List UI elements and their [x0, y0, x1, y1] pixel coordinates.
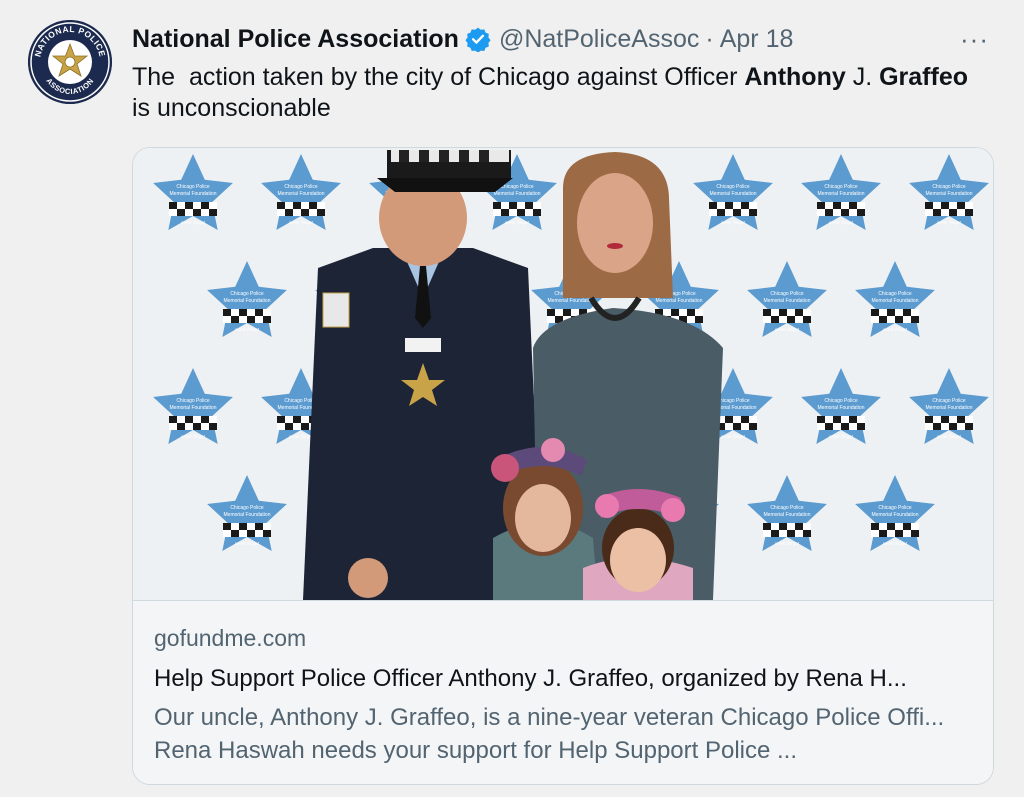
svg-text:Memorial Foundation: Memorial Foundation: [224, 298, 271, 304]
svg-text:never forget: never forget: [235, 328, 260, 333]
card-title[interactable]: Help Support Police Officer Anthony J. G…: [154, 665, 974, 693]
svg-text:never forget: never forget: [721, 435, 746, 440]
svg-text:never forget: never forget: [289, 221, 314, 226]
tweet-text: The action taken by the city of Chicago …: [132, 62, 972, 124]
svg-text:never forget: never forget: [721, 221, 746, 226]
svg-text:never forget: never forget: [829, 221, 854, 226]
svg-text:never forget: never forget: [775, 542, 800, 547]
svg-text:never forget: never forget: [937, 221, 962, 226]
svg-text:Chicago Police: Chicago Police: [500, 184, 534, 190]
svg-text:Memorial Foundation: Memorial Foundation: [548, 298, 595, 304]
svg-text:Chicago Police: Chicago Police: [770, 505, 804, 511]
svg-text:Chicago Police: Chicago Police: [932, 398, 966, 404]
svg-text:never forget: never forget: [181, 435, 206, 440]
tweet-bold-graffeo: Graffeo: [879, 63, 968, 91]
svg-text:never forget: never forget: [937, 435, 962, 440]
tweet-text-part2: J.: [845, 63, 880, 91]
svg-text:Memorial Foundation: Memorial Foundation: [656, 298, 703, 304]
svg-text:Chicago Police: Chicago Police: [932, 184, 966, 190]
svg-text:Chicago Police: Chicago Police: [176, 184, 210, 190]
svg-text:Memorial Foundation: Memorial Foundation: [170, 405, 217, 411]
svg-text:Memorial Foundation: Memorial Foundation: [926, 191, 973, 197]
more-icon[interactable]: ···: [960, 24, 989, 55]
svg-text:never forget: never forget: [289, 435, 314, 440]
card-info[interactable]: gofundme.com Help Support Police Officer…: [133, 600, 993, 784]
svg-text:Memorial Foundation: Memorial Foundation: [764, 298, 811, 304]
link-preview-card[interactable]: Chicago Police Memorial Foundation never f…: [132, 147, 994, 785]
card-image[interactable]: Chicago Police Memorial Foundation never f…: [133, 148, 993, 600]
svg-text:Memorial Foundation: Memorial Foundation: [926, 405, 973, 411]
svg-text:never forget: never forget: [829, 435, 854, 440]
svg-text:never forget: never forget: [235, 542, 260, 547]
svg-text:Memorial Foundation: Memorial Foundation: [818, 405, 865, 411]
card-description: Our uncle, Anthony J. Graffeo, is a nine…: [154, 704, 945, 764]
svg-text:Memorial Foundation: Memorial Foundation: [764, 512, 811, 518]
svg-text:never forget: never forget: [883, 542, 908, 547]
svg-text:Chicago Police: Chicago Police: [878, 505, 912, 511]
tweet-header: National Police Association @NatPoliceAs…: [132, 22, 793, 56]
tweet[interactable]: NATIONAL POLICE ASSOCIATION National Pol…: [0, 0, 1024, 797]
svg-text:Chicago Police: Chicago Police: [878, 291, 912, 297]
svg-text:Memorial Foundation: Memorial Foundation: [494, 191, 541, 197]
svg-text:Chicago Police: Chicago Police: [230, 505, 264, 511]
avatar[interactable]: NATIONAL POLICE ASSOCIATION: [28, 20, 112, 104]
svg-text:Memorial Foundation: Memorial Foundation: [710, 191, 757, 197]
card-domain: gofundme.com: [154, 625, 307, 651]
svg-text:Memorial Foundation: Memorial Foundation: [278, 191, 325, 197]
svg-text:never forget: never forget: [883, 328, 908, 333]
verified-badge-icon: [465, 26, 491, 53]
svg-text:Memorial Foundation: Memorial Foundation: [872, 512, 919, 518]
svg-text:Chicago Police: Chicago Police: [284, 184, 318, 190]
family-photo: Chicago PoliceMemorial Foundationnever f…: [133, 148, 993, 600]
svg-text:Chicago Police: Chicago Police: [824, 184, 858, 190]
svg-text:never forget: never forget: [181, 221, 206, 226]
svg-text:never forget: never forget: [505, 221, 530, 226]
separator-dot: ·: [705, 24, 714, 53]
svg-text:Chicago Police: Chicago Police: [770, 291, 804, 297]
author-handle[interactable]: @NatPoliceAssoc: [499, 25, 699, 54]
svg-text:never forget: never forget: [775, 328, 800, 333]
tweet-date[interactable]: Apr 18: [720, 25, 794, 54]
svg-text:Chicago Police: Chicago Police: [824, 398, 858, 404]
author-name[interactable]: National Police Association: [132, 25, 459, 54]
svg-text:Chicago Police: Chicago Police: [176, 398, 210, 404]
svg-text:Memorial Foundation: Memorial Foundation: [224, 512, 271, 518]
svg-text:Chicago Police: Chicago Police: [716, 398, 750, 404]
svg-text:Memorial Foundation: Memorial Foundation: [170, 191, 217, 197]
svg-text:Chicago Police: Chicago Police: [230, 291, 264, 297]
svg-text:Memorial Foundation: Memorial Foundation: [872, 298, 919, 304]
tweet-text-part1: The action taken by the city of Chicago …: [132, 63, 745, 91]
tweet-bold-anthony: Anthony: [744, 63, 846, 91]
svg-text:Chicago Police: Chicago Police: [716, 184, 750, 190]
police-association-logo: NATIONAL POLICE ASSOCIATION: [28, 20, 112, 104]
svg-text:Memorial Foundation: Memorial Foundation: [818, 191, 865, 197]
